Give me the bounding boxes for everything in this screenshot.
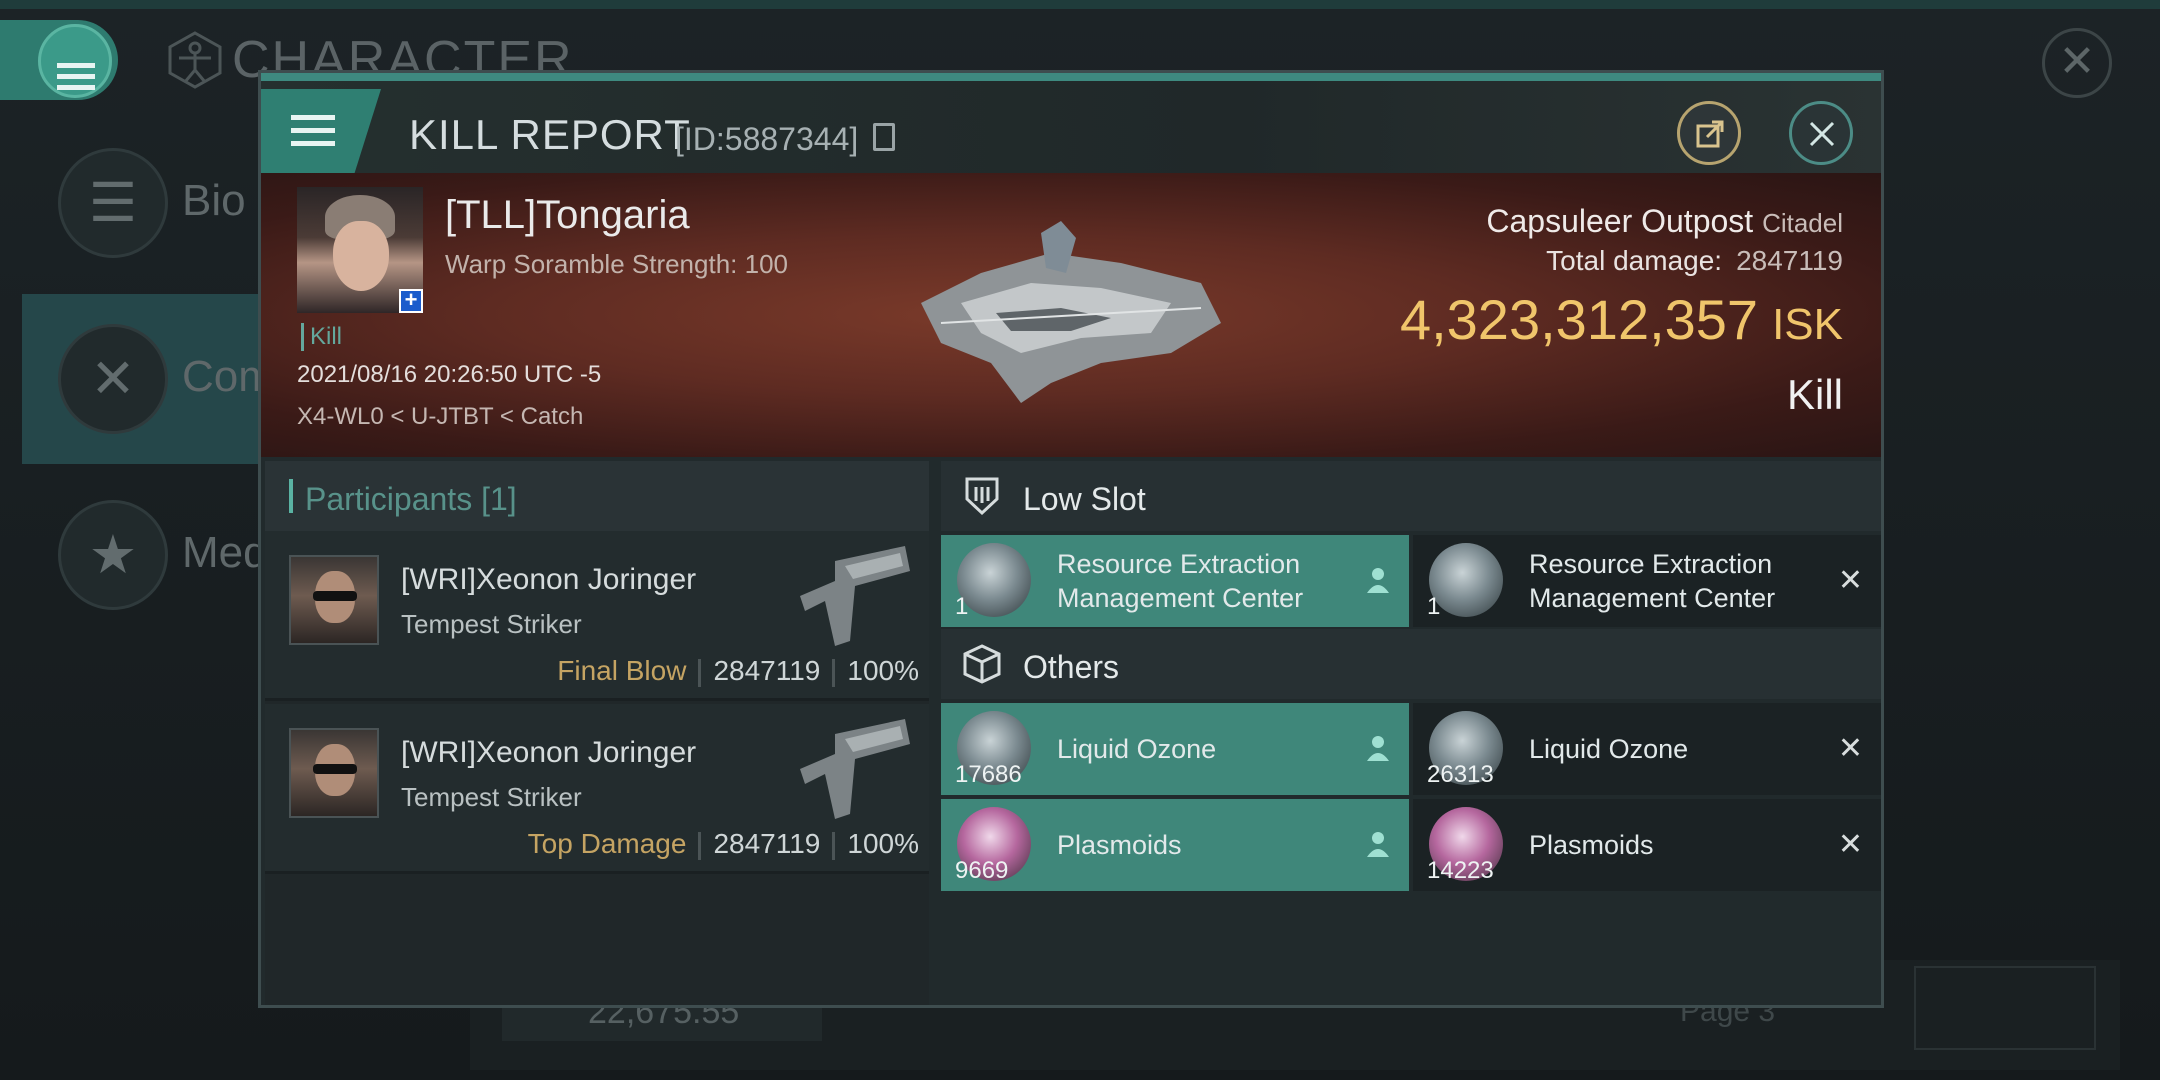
item-row[interactable]: 26313 Liquid Ozone ✕ (1413, 703, 1881, 795)
participant-row[interactable]: [WRI]Xeonon Joringer Tempest Striker Top… (265, 704, 929, 874)
kill-tag: Kill (301, 323, 342, 351)
participant-name: [WRI]Xeonon Joringer (401, 563, 697, 596)
kill-banner: + [TLL]Tongaria Warp Soramble Strength: … (261, 173, 1881, 457)
item-qty: 17686 (955, 761, 1022, 788)
participant-stats: Final Blow 2847119 100% (557, 655, 919, 687)
isk-unit: ISK (1772, 300, 1843, 349)
background-close-icon[interactable]: ✕ (2042, 28, 2112, 98)
target-name: Capsuleer Outpost Citadel (1486, 203, 1843, 240)
star-badge-icon: ★ (58, 500, 168, 610)
menu-icon (57, 63, 95, 96)
item-name: Resource Extraction Management Center (1529, 549, 1776, 613)
crossed-swords-icon: ✕ (58, 324, 168, 434)
citadel-structure-image (921, 221, 1221, 403)
menu-icon (291, 115, 335, 154)
isk-value: 4,323,312,357 ISK (1400, 287, 1843, 352)
item-row[interactable]: 1 Resource Extraction Management Center (941, 535, 1409, 627)
others-header: Others (941, 629, 1881, 699)
modal-title: KILL REPORT (409, 111, 691, 158)
add-icon[interactable]: + (399, 289, 423, 313)
destroyed-icon: ✕ (1837, 732, 1863, 765)
item-name: Plasmoids (1529, 830, 1654, 860)
participants-header: Participants [1] (265, 461, 929, 531)
participant-row[interactable]: [WRI]Xeonon Joringer Tempest Striker Fin… (265, 531, 929, 701)
filter-button[interactable] (1914, 966, 2096, 1050)
avatar[interactable] (289, 555, 379, 645)
participant-damage: 2847119 (713, 655, 821, 686)
share-button[interactable] (1677, 101, 1741, 165)
items-panel: Low Slot 1 Resource Extraction Management… (941, 461, 1881, 1005)
item-row[interactable]: 17686 Liquid Ozone (941, 703, 1409, 795)
participant-ship: Tempest Striker (401, 782, 582, 812)
participants-title: Participants [1] (305, 481, 517, 517)
modal-accent-line (261, 73, 1881, 81)
modal-header: KILL REPORT [ID:5887344] (261, 81, 1881, 173)
victim-portrait[interactable]: + (297, 187, 423, 313)
participants-panel: Participants [1] [WRI]Xeonon Joringer Te… (265, 461, 929, 1005)
others-title: Others (1023, 649, 1120, 685)
item-name: Liquid Ozone (1529, 734, 1689, 764)
main-menu-button[interactable] (0, 20, 118, 100)
participant-percent: 100% (847, 655, 919, 686)
participant-stats: Top Damage 2847119 100% (528, 828, 919, 860)
isk-amount: 4,323,312,357 (1399, 288, 1759, 351)
weapon-icon (800, 719, 910, 819)
person-icon (1367, 736, 1389, 761)
person-icon (1367, 832, 1389, 857)
item-row[interactable]: 9669 Plasmoids (941, 799, 1409, 891)
kill-location[interactable]: X4-WL0 < U-JTBT < Catch (297, 403, 583, 431)
kill-datetime: 2021/08/16 20:26:50 UTC -5 (297, 361, 602, 388)
participant-ship: Tempest Striker (401, 609, 582, 639)
weapon-icon (800, 546, 910, 646)
person-icon (1367, 568, 1389, 593)
avatar[interactable] (289, 728, 379, 818)
item-row[interactable]: 1 Resource Extraction Management Center ✕ (1413, 535, 1881, 627)
participant-percent: 100% (847, 828, 919, 859)
victim-name[interactable]: [TLL]Tongaria (445, 193, 690, 238)
item-qty: 26313 (1427, 761, 1494, 788)
share-icon (1696, 120, 1724, 148)
item-row[interactable]: 14223 Plasmoids ✕ (1413, 799, 1881, 891)
item-name: Liquid Ozone (1057, 734, 1217, 764)
item-qty: 14223 (1427, 857, 1494, 884)
top-strip (0, 0, 2160, 9)
cargo-box-icon (963, 644, 1001, 684)
participant-damage: 2847119 (713, 828, 821, 859)
target-name-text: Capsuleer Outpost (1486, 203, 1754, 239)
item-qty: 1 (955, 593, 969, 620)
vitruvian-icon (168, 31, 222, 89)
report-id: [ID:5887344] (675, 121, 859, 157)
low-slot-icon (965, 477, 999, 516)
target-type: Citadel (1762, 208, 1843, 238)
modal-menu-button[interactable] (261, 89, 381, 173)
close-icon (1809, 121, 1835, 147)
item-name: Resource Extraction Management Center (1057, 549, 1304, 613)
total-damage-label: Total damage: (1546, 245, 1723, 276)
participant-role: Top Damage (527, 828, 687, 859)
destroyed-icon: ✕ (1837, 828, 1863, 861)
item-qty: 1 (1427, 593, 1441, 620)
participant-role: Final Blow (557, 655, 687, 686)
sidebar-item-label: Bio (182, 176, 246, 225)
low-slot-title: Low Slot (1023, 481, 1146, 517)
warp-strength: Warp Soramble Strength: 100 (445, 249, 788, 279)
list-icon: ☰ (58, 148, 168, 258)
destroyed-icon: ✕ (1837, 564, 1863, 597)
total-damage: Total damage: 2847119 (1546, 245, 1843, 277)
close-button[interactable] (1789, 101, 1853, 165)
kill-report-modal: KILL REPORT [ID:5887344] + [TLL]Tongaria… (258, 70, 1884, 1008)
result-label: Kill (1786, 371, 1843, 418)
item-qty: 9669 (955, 857, 1009, 884)
participant-name: [WRI]Xeonon Joringer (401, 736, 697, 769)
item-name: Plasmoids (1057, 830, 1182, 860)
total-damage-value: 2847119 (1736, 245, 1843, 276)
low-slot-header: Low Slot (941, 461, 1881, 531)
sidebar-item-label: Med (182, 528, 268, 577)
copy-icon[interactable] (873, 123, 895, 151)
